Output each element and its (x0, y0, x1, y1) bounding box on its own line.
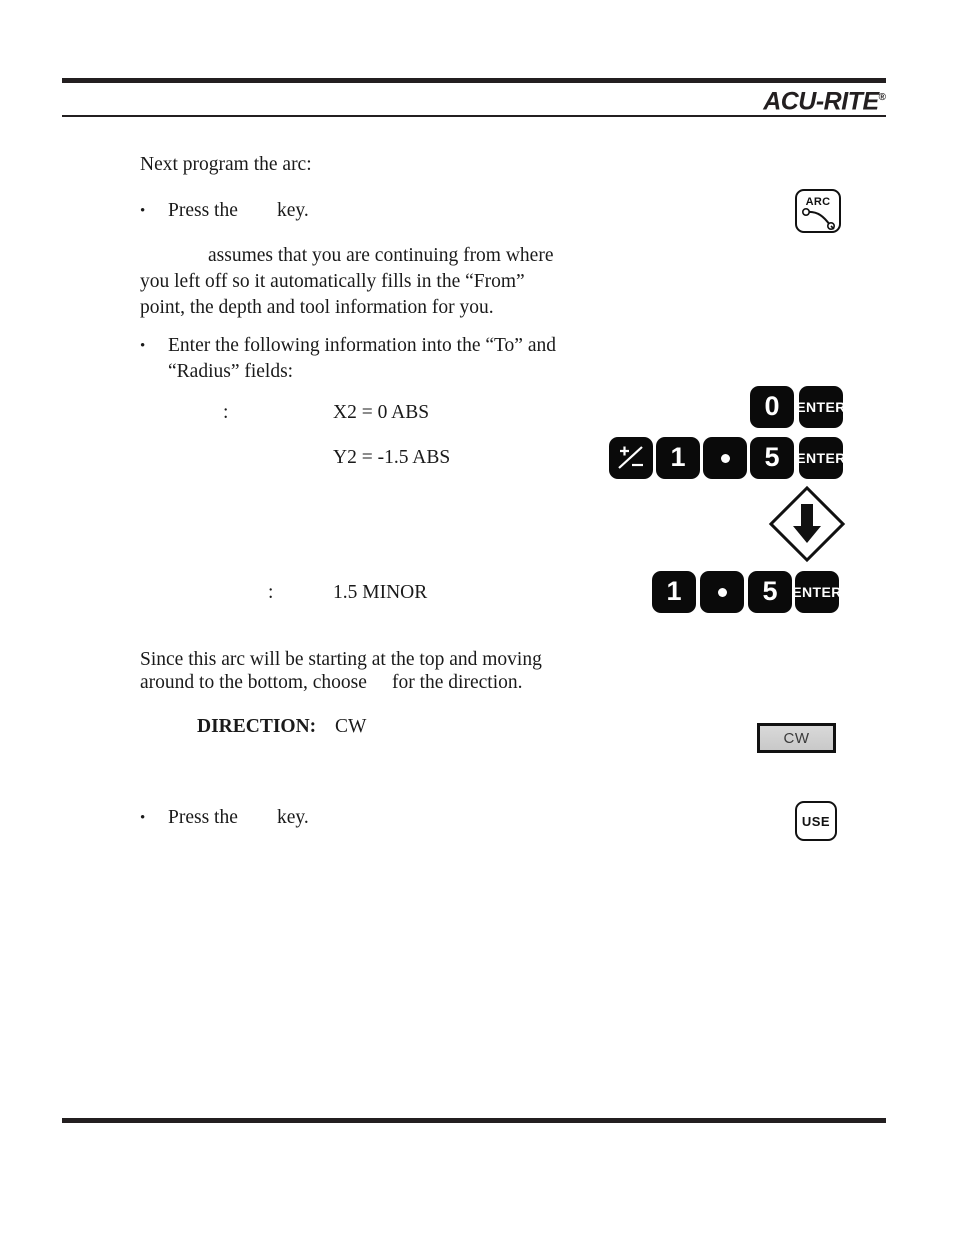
to-field-y-value: Y2 = -1.5 ABS (333, 447, 451, 468)
arrow-down-key[interactable] (768, 485, 846, 563)
zero-key-label: 0 (764, 391, 780, 421)
step2-bullet: • (140, 338, 146, 354)
arrow-down-icon (793, 504, 821, 543)
cw-softkey[interactable]: CW (757, 723, 836, 753)
enter-key-label: ENTER (796, 450, 846, 466)
decimal-point-key[interactable] (700, 571, 744, 613)
five-key[interactable]: 5 (750, 437, 794, 479)
cw-softkey-label: CW (783, 729, 810, 747)
paragraph-1: assumes that you are continuing from whe… (140, 245, 554, 318)
use-key[interactable]: USE (795, 801, 837, 841)
step1-bullet: • (140, 203, 146, 219)
footer-rule (62, 1118, 886, 1123)
enter-key[interactable]: ENTER (796, 437, 846, 479)
five-key-label: 5 (762, 576, 778, 606)
one-key-label: 1 (666, 576, 682, 606)
radius-field-value: 1.5 MINOR (333, 582, 428, 603)
paragraph-2-line-2a: around to the bottom, choose (140, 672, 367, 693)
step2-line-2: “Radius” fields: (168, 361, 294, 382)
dot-icon (717, 587, 727, 597)
step2-line-1: Enter the following information into the… (168, 335, 556, 356)
enter-key-label: ENTER (792, 584, 842, 600)
radius-field-colon: : (268, 582, 274, 603)
use-key-label: USE (801, 813, 831, 829)
step3-bullet: • (140, 810, 146, 826)
paragraph-2-line-2b: for the direction. (392, 672, 523, 693)
step1-text-before: Press the (168, 200, 238, 221)
to-field-colon: : (223, 402, 229, 423)
to-field-x-value: X2 = 0 ABS (333, 402, 430, 423)
arc-curve-icon (801, 207, 835, 231)
plus-minus-icon (618, 446, 643, 469)
enter-key[interactable]: ENTER (792, 571, 842, 613)
plus-minus-key[interactable] (609, 437, 653, 479)
intro-text: Next program the arc: (140, 154, 312, 175)
arc-key[interactable]: ARC (795, 189, 841, 233)
five-key-label: 5 (764, 442, 780, 472)
enter-key[interactable]: ENTER (796, 386, 846, 428)
direction-label: DIRECTION: (197, 716, 317, 737)
dot-icon (720, 453, 730, 463)
direction-value: CW (335, 716, 367, 737)
step1-text-after: key. (277, 200, 309, 221)
five-key[interactable]: 5 (748, 571, 792, 613)
page-content: Next program the arc: • Press the key. a… (0, 0, 954, 1235)
one-key[interactable]: 1 (652, 571, 696, 613)
enter-key-label: ENTER (796, 399, 846, 415)
one-key-label: 1 (670, 442, 686, 472)
decimal-point-key[interactable] (703, 437, 747, 479)
step3-text-before: Press the (168, 807, 238, 828)
zero-key[interactable]: 0 (750, 386, 794, 428)
step3-text-after: key. (277, 807, 309, 828)
one-key[interactable]: 1 (656, 437, 700, 479)
